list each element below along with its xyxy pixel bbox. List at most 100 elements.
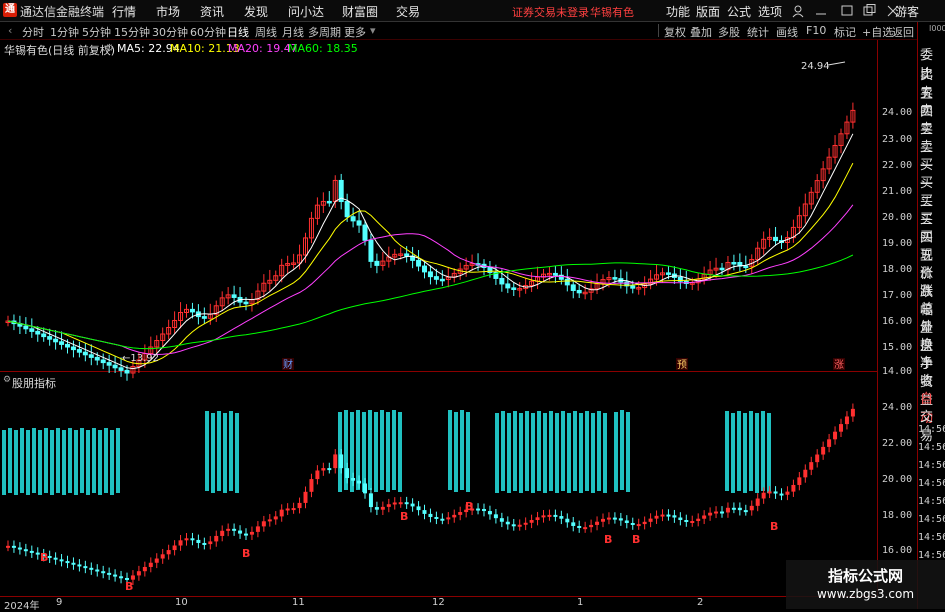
broker-login-status[interactable]: 证券交易未登录 [512, 4, 589, 20]
ind-candle-body [654, 515, 659, 519]
period-daily[interactable]: 日线 [227, 24, 249, 40]
ind-candle-body [184, 538, 189, 541]
signal-bar [223, 413, 227, 493]
candle-body [576, 289, 582, 294]
menu-options[interactable]: 选项 [758, 3, 782, 20]
user-icon[interactable] [792, 5, 804, 18]
menu-trade[interactable]: 交易 [396, 3, 420, 20]
candle-body [344, 201, 350, 218]
tool-f10[interactable]: F10 [806, 24, 826, 37]
ind-candle-body [374, 507, 379, 510]
ind-candle-body [136, 571, 141, 576]
tool-statistics[interactable]: 统计 [747, 24, 769, 40]
tool-draw-line[interactable]: 画线 [776, 24, 798, 40]
ind-candle-body [684, 520, 689, 523]
tool-add-favorite[interactable]: +自选 [862, 24, 893, 40]
period-more[interactable]: 更多 [344, 24, 366, 40]
candle-body [630, 285, 636, 289]
period-15min[interactable]: 15分钟 [114, 24, 150, 40]
ind-candle-body [339, 454, 344, 469]
trade-time: 14:56 [918, 496, 945, 507]
signal-bar [20, 428, 24, 493]
restore-icon[interactable] [863, 4, 876, 16]
price-tick: 21.00 [882, 186, 913, 197]
ind-candle-body [255, 526, 260, 532]
signal-bar [74, 430, 78, 495]
kline-chart[interactable]: 24.94 ←13.92 财 预 涨 B B B B B B B B [0, 40, 877, 596]
period-monthly[interactable]: 月线 [282, 24, 304, 40]
candle-body [70, 346, 76, 351]
signal-bar [731, 413, 735, 493]
ind-candle-body [547, 514, 552, 517]
menu-wealth-circle[interactable]: 财富圈 [342, 3, 378, 20]
indicator-tick: 16.00 [882, 545, 913, 556]
candle-body [231, 294, 237, 298]
menu-ask[interactable]: 问小达 [288, 3, 324, 20]
signal-bar [44, 428, 48, 493]
menu-market[interactable]: 市场 [156, 3, 180, 20]
event-marker: 涨 [834, 359, 844, 371]
signal-bar [603, 413, 607, 493]
period-weekly[interactable]: 周线 [255, 24, 277, 40]
ind-candle-body [529, 520, 534, 523]
price-tick: 15.00 [882, 342, 913, 353]
menu-formula[interactable]: 公式 [727, 3, 751, 20]
ind-candle-body [351, 478, 356, 481]
trade-time: 14:56 [918, 478, 945, 489]
ind-candle-body [232, 528, 237, 531]
period-multi[interactable]: 多周期 [308, 24, 341, 40]
candle-body [201, 316, 207, 319]
ind-candle-body [612, 517, 617, 520]
period-30min[interactable]: 30分钟 [152, 24, 188, 40]
ind-candle-body [844, 416, 849, 425]
ind-candle-body [785, 491, 790, 495]
tool-adjust[interactable]: 复权 [664, 24, 686, 40]
period-1min[interactable]: 1分钟 [50, 24, 79, 40]
signal-bar [725, 411, 729, 491]
ind-candle-body [702, 515, 707, 519]
period-intraday[interactable]: 分时 [22, 24, 44, 40]
tool-multi-stock[interactable]: 多股 [718, 24, 740, 40]
app-title: 通达信金融终端 [20, 5, 105, 19]
tool-back[interactable]: 返回 [892, 24, 914, 40]
period-60min[interactable]: 60分钟 [190, 24, 226, 40]
candle-body [570, 284, 576, 291]
ind-candle-body [17, 547, 22, 550]
ind-candle-body [743, 510, 748, 513]
menu-layout[interactable]: 版面 [696, 3, 720, 20]
signal-bar [454, 412, 458, 492]
trade-time: 14:56 [918, 424, 945, 435]
ind-candle-body [89, 567, 94, 570]
candle-body [665, 272, 671, 275]
menu-quotes[interactable]: 行情 [112, 3, 136, 20]
ind-candle-body [309, 479, 314, 492]
guest-label[interactable]: 游客 [895, 3, 919, 20]
ind-candle-body [714, 511, 719, 514]
ind-candle-body [392, 502, 397, 505]
signal-bar [507, 413, 511, 493]
period-5min[interactable]: 5分钟 [82, 24, 111, 40]
ind-candle-body [773, 491, 778, 494]
ind-candle-body [95, 569, 100, 572]
ind-candle-body [363, 483, 367, 494]
menu-news[interactable]: 资讯 [200, 3, 224, 20]
signal-bar [68, 428, 72, 493]
candle-body [350, 216, 356, 222]
price-tick: 23.00 [882, 134, 913, 145]
signal-bar [585, 411, 589, 491]
ind-candle-body [559, 516, 564, 519]
price-tick: 19.00 [882, 238, 913, 249]
candle-body [47, 336, 53, 340]
buy-marker: B [242, 547, 250, 560]
tool-overlay[interactable]: 叠加 [690, 24, 712, 40]
more-dropdown-icon[interactable]: ▾ [370, 24, 376, 37]
collapse-icon[interactable]: ‹ [8, 24, 12, 37]
tool-mark[interactable]: 标记 [834, 24, 856, 40]
signal-bar [549, 411, 553, 491]
signal-bar [767, 413, 771, 493]
signal-bar [466, 412, 470, 492]
menu-discover[interactable]: 发现 [244, 3, 268, 20]
menu-function[interactable]: 功能 [666, 3, 690, 20]
ind-candle-body [23, 549, 28, 552]
maximize-icon[interactable] [841, 5, 853, 16]
